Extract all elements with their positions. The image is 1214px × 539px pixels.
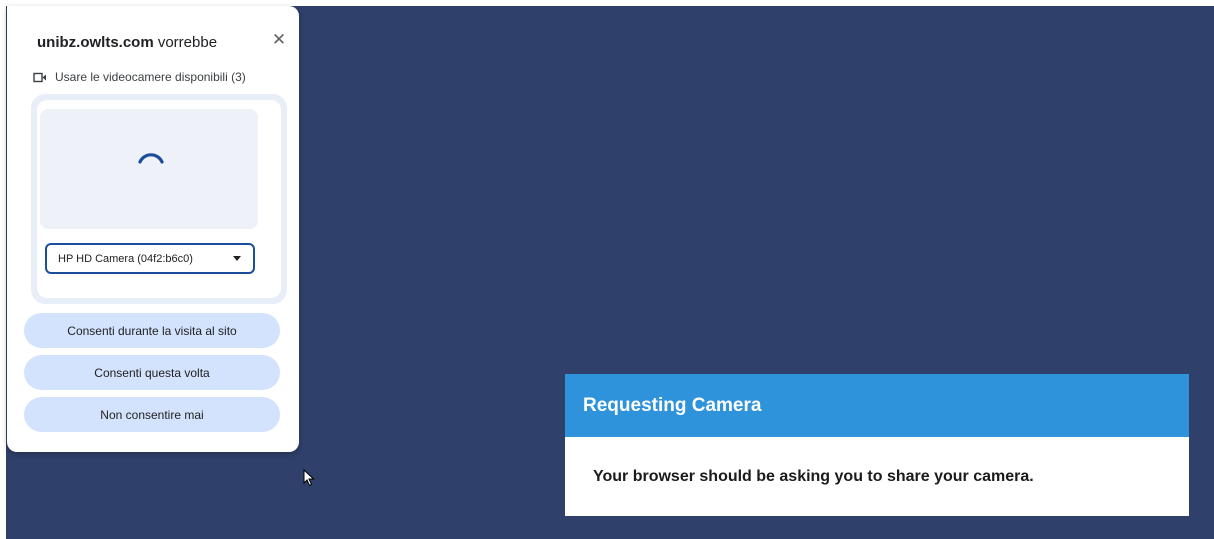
allow-while-visiting-label: Consenti durante la visita al sito [67, 323, 237, 338]
requesting-camera-message: Your browser should be asking you to sha… [593, 468, 1034, 485]
requesting-camera-header: Requesting Camera [565, 374, 1189, 437]
never-allow-label: Non consentire mai [100, 407, 204, 422]
camera-preview [40, 109, 258, 229]
video-camera-icon [33, 72, 46, 82]
never-allow-button[interactable]: Non consentire mai [24, 397, 280, 432]
screen: unibz.owlts.com vorrebbe ✕ Usare le vide… [0, 0, 1214, 539]
close-icon: ✕ [271, 30, 287, 49]
site-name: unibz.owlts.com [37, 34, 154, 51]
request-verb: vorrebbe [157, 34, 218, 51]
camera-select-dropdown[interactable]: HP HD Camera (04f2:b6c0) [45, 243, 255, 274]
allow-this-time-button[interactable]: Consenti questa volta [24, 355, 280, 390]
permission-header: unibz.owlts.com vorrebbe [37, 34, 217, 51]
camera-select-value: HP HD Camera (04f2:b6c0) [58, 252, 193, 265]
allow-this-time-label: Consenti questa volta [94, 365, 210, 380]
close-button[interactable]: ✕ [269, 30, 289, 50]
requesting-camera-card: Requesting Camera Your browser should be… [565, 374, 1189, 516]
permission-request-row: Usare le videocamere disponibili (3) [33, 68, 246, 86]
requesting-camera-title: Requesting Camera [583, 394, 762, 416]
mouse-cursor-icon [303, 469, 315, 487]
permission-request-text: Usare le videocamere disponibili (3) [55, 70, 246, 84]
chevron-down-icon [233, 256, 241, 261]
loading-spinner-icon [138, 153, 164, 164]
allow-while-visiting-button[interactable]: Consenti durante la visita al sito [24, 313, 280, 348]
